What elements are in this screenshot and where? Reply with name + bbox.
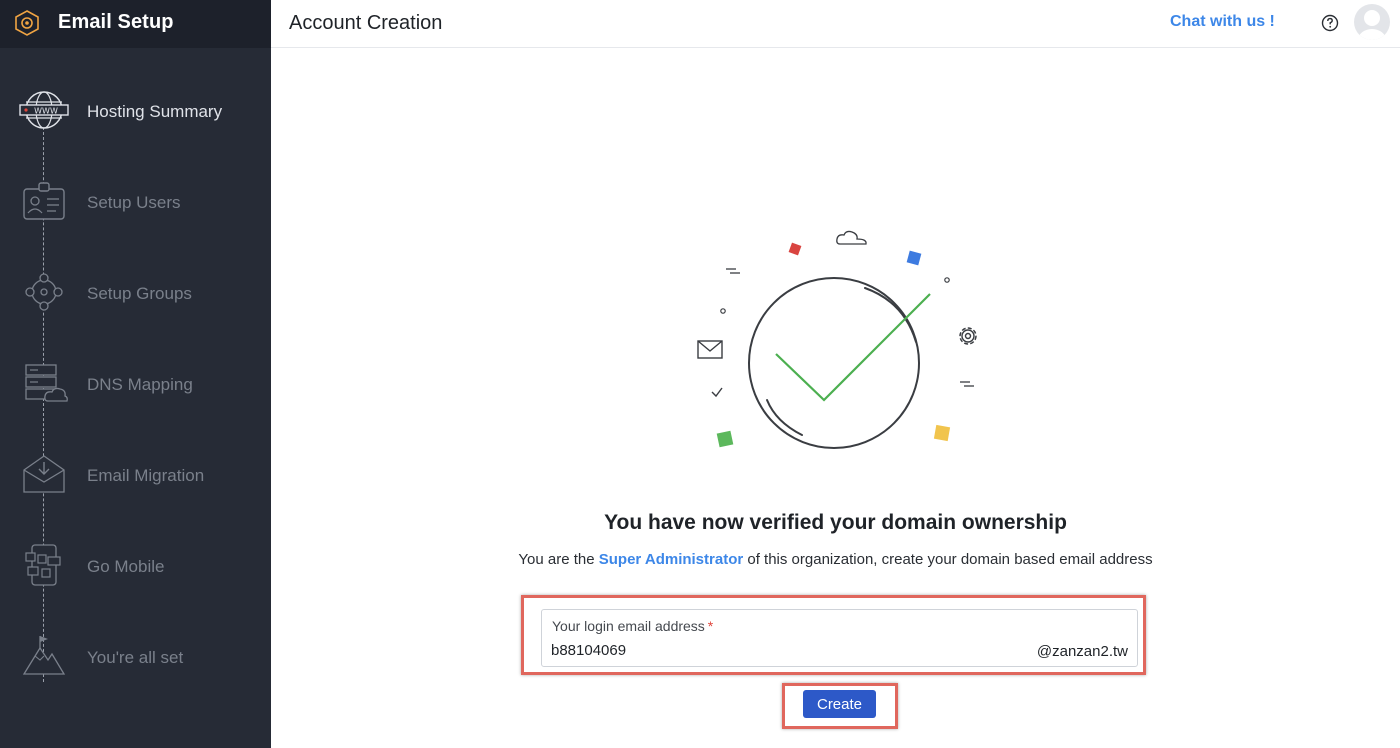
- email-field-label: Your login email address *: [552, 618, 713, 634]
- page-title: Account Creation: [289, 12, 443, 34]
- user-avatar-icon: [1358, 10, 1386, 40]
- envelope-icon: [697, 340, 723, 359]
- mountain-flag-icon: [22, 636, 66, 675]
- step-label: Setup Users: [87, 193, 181, 212]
- step-all-set[interactable]: You're all set: [0, 624, 271, 684]
- step-dns-mapping[interactable]: DNS Mapping: [0, 351, 271, 411]
- verification-subtitle: You are the Super Administrator of this …: [271, 551, 1400, 568]
- step-label: Hosting Summary: [87, 102, 223, 121]
- small-check-icon: [711, 387, 723, 398]
- globe-www-icon: WWW: [19, 91, 69, 129]
- mobile-apps-icon: [25, 544, 61, 586]
- step-label: Email Migration: [87, 466, 205, 485]
- svg-text:WWW: WWW: [34, 107, 58, 116]
- step-setup-users[interactable]: Setup Users: [0, 169, 271, 229]
- inbox-download-icon: [23, 455, 65, 493]
- required-mark: *: [707, 618, 714, 634]
- blue-confetti: [906, 250, 922, 266]
- email-label-text: Your login email address: [552, 618, 705, 634]
- gear-icon: [959, 327, 977, 345]
- subtitle-suffix: of this organization, create your domain…: [747, 551, 1153, 568]
- question-circle-icon[interactable]: [1321, 14, 1339, 32]
- step-label: Setup Groups: [87, 284, 192, 303]
- step-label: Go Mobile: [87, 557, 165, 576]
- verification-headline: You have now verified your domain owners…: [604, 511, 1067, 534]
- create-button[interactable]: Create: [803, 690, 876, 718]
- id-card-icon: [23, 182, 65, 220]
- step-label: You're all set: [87, 648, 184, 667]
- sidebar-header: Email Setup: [0, 0, 271, 48]
- top-bar: Account Creation Chat with us !: [271, 0, 1400, 48]
- login-email-field[interactable]: Your login email address* @zanzan2.tw: [541, 609, 1138, 667]
- step-setup-groups[interactable]: Setup Groups: [0, 260, 271, 320]
- super-admin-text: Super Administrator: [598, 551, 744, 568]
- group-network-icon: [25, 273, 63, 311]
- red-confetti: [788, 242, 802, 256]
- cloud-icon: [836, 230, 867, 245]
- app-title: Email Setup: [58, 11, 174, 33]
- checkmark-icon: [775, 293, 931, 402]
- sidebar: Email Setup WWW Hosting Summary Setup Us…: [0, 0, 271, 748]
- yellow-confetti: [933, 424, 951, 442]
- user-avatar[interactable]: [1354, 4, 1390, 40]
- step-email-migration[interactable]: Email Migration: [0, 442, 271, 502]
- app-logo-icon: [15, 10, 39, 36]
- step-go-mobile[interactable]: Go Mobile: [0, 533, 271, 593]
- setup-steps: WWW Hosting Summary Setup Users Setup Gr…: [0, 48, 271, 748]
- email-username-input[interactable]: [551, 642, 951, 659]
- server-cloud-icon: [25, 364, 68, 402]
- step-hosting-summary[interactable]: WWW Hosting Summary: [0, 78, 271, 138]
- step-label: DNS Mapping: [87, 375, 193, 394]
- email-domain-suffix: @zanzan2.tw: [1036, 643, 1128, 660]
- subtitle-prefix: You are the: [518, 551, 595, 568]
- green-confetti: [716, 430, 734, 448]
- chat-with-us-link[interactable]: Chat with us !: [1170, 13, 1275, 31]
- success-illustration: [697, 230, 977, 449]
